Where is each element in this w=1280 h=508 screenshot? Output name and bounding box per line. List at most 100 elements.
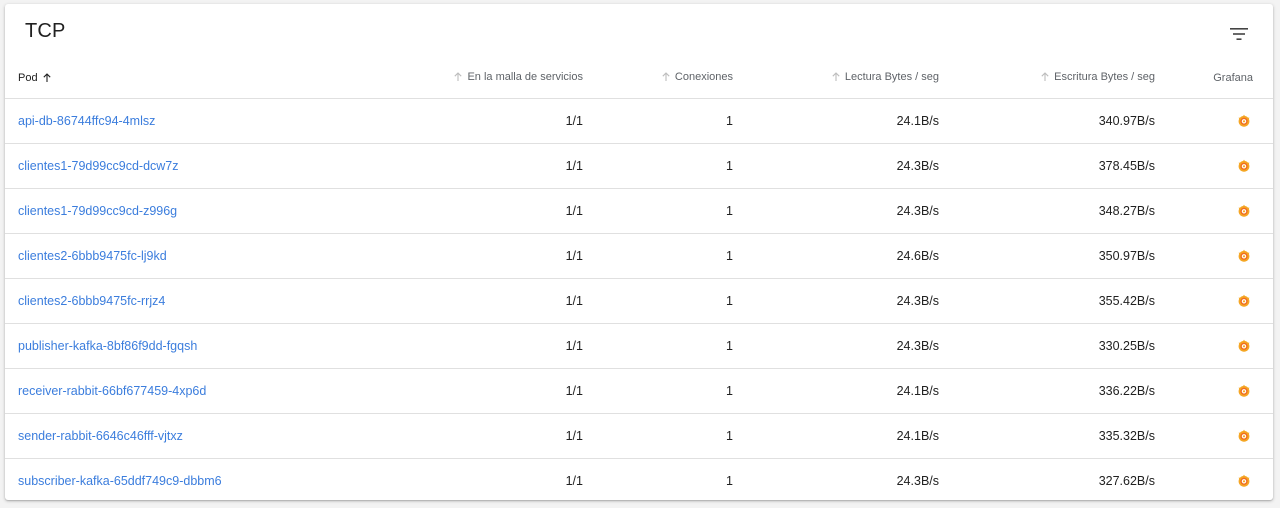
mesh-cell: 1/1 xyxy=(385,413,583,459)
grafana-icon[interactable] xyxy=(1237,249,1251,263)
pod-link[interactable]: subscriber-kafka-65ddf749c9-dbbm6 xyxy=(18,474,222,488)
column-label-connections: Conexiones xyxy=(674,71,733,83)
column-label-read: Lectura Bytes / seg xyxy=(844,71,939,83)
connections-cell: 1 xyxy=(583,413,733,459)
grafana-cell xyxy=(1155,233,1273,279)
arrow-up-icon xyxy=(1041,72,1049,81)
write-cell: 355.42B/s xyxy=(939,278,1155,324)
table-row: sender-rabbit-6646c46fff-vjtxz 1/1 1 24.… xyxy=(5,413,1273,459)
table-row: clientes1-79d99cc9cd-z996g 1/1 1 24.3B/s… xyxy=(5,188,1273,234)
grafana-cell xyxy=(1155,143,1273,189)
pod-cell: subscriber-kafka-65ddf749c9-dbbm6 xyxy=(5,459,385,501)
mesh-cell: 1/1 xyxy=(385,368,583,414)
pod-cell: clientes2-6bbb9475fc-lj9kd xyxy=(5,233,385,279)
pod-link[interactable]: clientes1-79d99cc9cd-dcw7z xyxy=(18,159,179,173)
grafana-cell xyxy=(1155,459,1273,501)
connections-cell: 1 xyxy=(583,368,733,414)
grafana-icon[interactable] xyxy=(1237,204,1251,218)
table-row: clientes2-6bbb9475fc-rrjz4 1/1 1 24.3B/s… xyxy=(5,278,1273,324)
arrow-up-icon xyxy=(454,72,463,81)
mesh-cell: 1/1 xyxy=(385,323,583,369)
grafana-cell xyxy=(1155,323,1273,369)
panel-title: TCP xyxy=(25,20,66,42)
table-row: subscriber-kafka-65ddf749c9-dbbm6 1/1 1 … xyxy=(5,459,1273,501)
read-cell: 24.3B/s xyxy=(733,143,939,189)
write-cell: 350.97B/s xyxy=(939,233,1155,279)
read-cell: 24.3B/s xyxy=(733,188,939,234)
write-cell: 336.22B/s xyxy=(939,368,1155,414)
mesh-cell: 1/1 xyxy=(385,98,583,144)
mesh-cell: 1/1 xyxy=(385,143,583,189)
column-label-pod: Pod xyxy=(18,72,38,84)
connections-cell: 1 xyxy=(583,323,733,369)
pod-cell: sender-rabbit-6646c46fff-vjtxz xyxy=(5,413,385,459)
write-cell: 378.45B/s xyxy=(939,143,1155,189)
table-header-row: Pod En la malla de servicios Conexiones … xyxy=(5,58,1273,99)
grafana-cell xyxy=(1155,368,1273,414)
read-cell: 24.3B/s xyxy=(896,474,939,488)
pod-cell: publisher-kafka-8bf86f9dd-fgqsh xyxy=(5,323,385,369)
column-header-connections[interactable]: Conexiones xyxy=(583,58,733,99)
read-cell: 24.6B/s xyxy=(733,233,939,279)
tcp-table: Pod En la malla de servicios Conexiones … xyxy=(5,58,1273,500)
column-header-write[interactable]: Escritura Bytes / seg xyxy=(939,58,1155,99)
column-header-mesh[interactable]: En la malla de servicios xyxy=(385,58,583,99)
pod-cell: clientes1-79d99cc9cd-dcw7z xyxy=(5,143,385,189)
pod-link[interactable]: clientes1-79d99cc9cd-z996g xyxy=(18,204,177,218)
grafana-icon[interactable] xyxy=(1237,429,1251,443)
write-cell: 335.32B/s xyxy=(939,413,1155,459)
grafana-cell xyxy=(1155,188,1273,234)
pod-link[interactable]: sender-rabbit-6646c46fff-vjtxz xyxy=(18,429,183,443)
grafana-cell xyxy=(1155,413,1273,459)
pod-link[interactable]: api-db-86744ffc94-4mlsz xyxy=(18,114,155,128)
column-label-mesh: En la malla de servicios xyxy=(467,71,583,83)
connections-cell: 1 xyxy=(583,188,733,234)
column-label-write: Escritura Bytes / seg xyxy=(1054,71,1155,83)
mesh-cell: 1/1 xyxy=(385,278,583,324)
connections-cell: 1 xyxy=(583,143,733,189)
connections-cell: 1 xyxy=(583,278,733,324)
pod-cell: receiver-rabbit-66bf677459-4xp6d xyxy=(5,368,385,414)
column-header-grafana: Grafana xyxy=(1155,58,1273,99)
write-cell: 348.27B/s xyxy=(939,188,1155,234)
connections-cell: 1 xyxy=(583,98,733,144)
filter-button[interactable] xyxy=(1225,20,1253,48)
arrow-up-icon xyxy=(42,73,51,82)
grafana-icon[interactable] xyxy=(1237,159,1251,173)
tcp-panel: TCP Pod En la malla de servicios Conexio… xyxy=(5,4,1273,500)
table-row: clientes2-6bbb9475fc-lj9kd 1/1 1 24.6B/s… xyxy=(5,233,1273,279)
grafana-cell xyxy=(1155,278,1273,324)
table-row: receiver-rabbit-66bf677459-4xp6d 1/1 1 2… xyxy=(5,368,1273,414)
grafana-icon[interactable] xyxy=(1237,474,1251,488)
mesh-cell: 1/1 xyxy=(565,474,583,488)
read-cell: 24.3B/s xyxy=(733,278,939,324)
table-row: api-db-86744ffc94-4mlsz 1/1 1 24.1B/s 34… xyxy=(5,98,1273,144)
mesh-cell: 1/1 xyxy=(385,188,583,234)
grafana-cell xyxy=(1155,98,1273,144)
grafana-icon[interactable] xyxy=(1237,384,1251,398)
write-cell: 330.25B/s xyxy=(939,323,1155,369)
read-cell: 24.1B/s xyxy=(733,368,939,414)
filter-list-icon xyxy=(1230,28,1248,40)
grafana-icon[interactable] xyxy=(1237,114,1251,128)
column-header-read[interactable]: Lectura Bytes / seg xyxy=(733,58,939,99)
pod-link[interactable]: clientes2-6bbb9475fc-rrjz4 xyxy=(18,294,165,308)
connections-cell: 1 xyxy=(583,233,733,279)
pod-link[interactable]: publisher-kafka-8bf86f9dd-fgqsh xyxy=(18,339,197,353)
arrow-up-icon xyxy=(662,72,670,81)
read-cell: 24.3B/s xyxy=(733,323,939,369)
pod-cell: api-db-86744ffc94-4mlsz xyxy=(5,98,385,144)
pod-link[interactable]: clientes2-6bbb9475fc-lj9kd xyxy=(18,249,167,263)
pod-link[interactable]: receiver-rabbit-66bf677459-4xp6d xyxy=(18,384,206,398)
grafana-icon[interactable] xyxy=(1237,294,1251,308)
connections-cell: 1 xyxy=(726,474,733,488)
write-cell: 327.62B/s xyxy=(1098,474,1155,488)
column-label-grafana: Grafana xyxy=(1213,72,1253,84)
mesh-cell: 1/1 xyxy=(385,233,583,279)
table-row: clientes1-79d99cc9cd-dcw7z 1/1 1 24.3B/s… xyxy=(5,143,1273,189)
grafana-icon[interactable] xyxy=(1237,339,1251,353)
pod-cell: clientes2-6bbb9475fc-rrjz4 xyxy=(5,278,385,324)
column-header-pod[interactable]: Pod xyxy=(5,58,385,99)
pod-cell: clientes1-79d99cc9cd-z996g xyxy=(5,188,385,234)
read-cell: 24.1B/s xyxy=(733,98,939,144)
